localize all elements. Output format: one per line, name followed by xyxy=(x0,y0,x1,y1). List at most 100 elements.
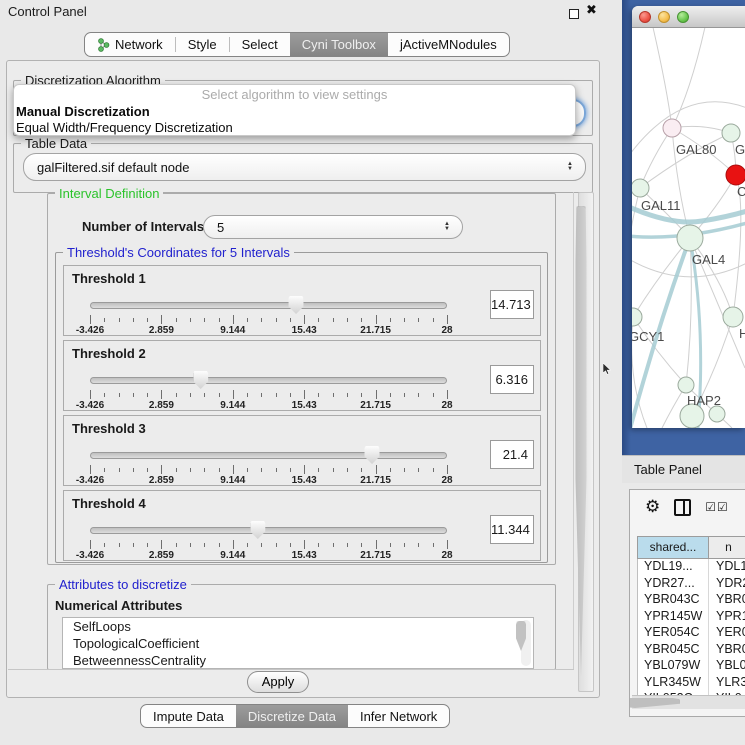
zoom-traffic-light[interactable] xyxy=(677,11,689,23)
threshold-value-field[interactable]: 14.713 xyxy=(490,290,534,319)
column-header-name[interactable]: n xyxy=(709,537,745,558)
cell-shared-name[interactable]: YBL079W xyxy=(638,658,709,675)
tab-impute-data[interactable]: Impute Data xyxy=(141,705,236,727)
tab-network[interactable]: Network xyxy=(85,33,175,56)
cell-shared-name[interactable]: YLR345W xyxy=(638,675,709,692)
table-row[interactable]: YBR045CYBR0 xyxy=(638,642,745,659)
cell-shared-name[interactable]: YDL19... xyxy=(638,559,709,576)
node-gal11[interactable] xyxy=(632,179,649,197)
panel-scrollbar-thumb[interactable] xyxy=(576,206,587,676)
threshold-slider[interactable]: -3.4262.8599.14415.4321.71528 xyxy=(90,444,447,484)
tick-mark xyxy=(347,543,348,547)
gear-icon[interactable]: ⚙ xyxy=(645,497,660,517)
popup-option-equal-width-frequency[interactable]: Equal Width/Frequency Discretization xyxy=(14,120,575,136)
node-selected-red[interactable] xyxy=(726,165,745,185)
group-title: Table Data xyxy=(21,136,91,151)
minimize-traffic-light[interactable] xyxy=(658,11,670,23)
panel-scrollbar[interactable] xyxy=(578,192,594,692)
node[interactable] xyxy=(709,406,725,422)
cell-name[interactable]: YBR0 xyxy=(709,642,745,659)
node-table: shared... n YDL19...YDL1YDR27...YDR2YBR0… xyxy=(637,536,745,699)
node[interactable] xyxy=(722,124,740,142)
float-window-icon[interactable] xyxy=(569,9,579,19)
cell-name[interactable]: YLR3 xyxy=(709,675,745,692)
cell-shared-name[interactable]: YER054C xyxy=(638,625,709,642)
node-hap2[interactable] xyxy=(678,377,694,393)
cell-shared-name[interactable]: YDR27... xyxy=(638,576,709,593)
cell-shared-name[interactable]: YBR045C xyxy=(638,642,709,659)
cell-shared-name[interactable]: YBR043C xyxy=(638,592,709,609)
cell-name[interactable]: YBR0 xyxy=(709,592,745,609)
network-nodes[interactable] xyxy=(632,119,745,428)
table-row[interactable]: YBL079WYBL0 xyxy=(638,658,745,675)
cell-name[interactable]: YPR1 xyxy=(709,609,745,626)
table-hscrollbar[interactable] xyxy=(632,695,745,709)
attribute-list-item[interactable]: TopologicalCoefficient xyxy=(63,635,533,652)
threshold-value-field[interactable]: 11.344 xyxy=(490,515,534,544)
list-scrollbar[interactable] xyxy=(521,620,531,666)
slider-thumb[interactable] xyxy=(289,296,304,314)
tab-style[interactable]: Style xyxy=(176,33,229,56)
table-row[interactable]: YER054CYER0 xyxy=(638,625,745,642)
tick-mark xyxy=(404,543,405,547)
close-traffic-light[interactable] xyxy=(639,11,651,23)
columns-icon[interactable] xyxy=(674,499,691,516)
tick-mark xyxy=(147,318,148,322)
slider-thumb[interactable] xyxy=(193,371,208,389)
table-row[interactable]: YBR043CYBR0 xyxy=(638,592,745,609)
table-row[interactable]: YLR345WYLR3 xyxy=(638,675,745,692)
attribute-list-item[interactable]: SelfLoops xyxy=(63,618,533,635)
tab-discretize-data[interactable]: Discretize Data xyxy=(236,705,348,727)
table-row[interactable]: YDL19...YDL1 xyxy=(638,559,745,576)
node-gal80[interactable] xyxy=(663,119,681,137)
tab-select[interactable]: Select xyxy=(230,33,290,56)
slider-track[interactable] xyxy=(90,377,447,384)
tick-label: 9.144 xyxy=(220,550,245,561)
cell-name[interactable]: YBL0 xyxy=(709,658,745,675)
threshold-value-field[interactable]: 21.4 xyxy=(490,440,534,469)
network-window-titlebar[interactable] xyxy=(632,6,745,28)
cell-name[interactable]: YER0 xyxy=(709,625,745,642)
close-icon[interactable]: ✖ xyxy=(586,2,597,18)
numerical-attributes-list[interactable]: SelfLoopsTopologicalCoefficientBetweenne… xyxy=(62,617,534,669)
attribute-list-item[interactable]: BetweennessCentrality xyxy=(63,652,533,669)
node[interactable] xyxy=(723,307,743,327)
node-gal4[interactable] xyxy=(677,225,703,251)
threshold-slider[interactable]: -3.4262.8599.14415.4321.71528 xyxy=(90,294,447,334)
tick-mark xyxy=(90,465,91,474)
table-row[interactable]: YPR145WYPR1 xyxy=(638,609,745,626)
cell-shared-name[interactable]: YPR145W xyxy=(638,609,709,626)
tab-jactivemnodules[interactable]: jActiveMNodules xyxy=(388,33,509,56)
slider-tick-labels: -3.4262.8599.14415.4321.71528 xyxy=(90,550,447,561)
slider-track[interactable] xyxy=(90,302,447,309)
slider-thumb[interactable] xyxy=(365,446,380,464)
network-view-window[interactable]: GAL80 GAL11 GAL4 GCY1 HAP2 GA C H xyxy=(632,6,745,428)
node-label-clipped: C xyxy=(737,184,745,199)
tick-mark xyxy=(333,543,334,547)
cell-name[interactable]: YDL1 xyxy=(709,559,745,576)
table-data-combobox[interactable]: galFiltered.sif default node ▲▼ xyxy=(23,153,586,181)
tick-mark xyxy=(276,318,277,322)
column-header-shared-name[interactable]: shared... xyxy=(638,537,709,558)
tick-mark xyxy=(119,543,120,547)
threshold-value-field[interactable]: 6.316 xyxy=(490,365,534,394)
network-canvas[interactable]: GAL80 GAL11 GAL4 GCY1 HAP2 GA C H xyxy=(632,28,745,428)
number-of-intervals-combobox[interactable]: 5 ▲▼ xyxy=(203,215,463,239)
threshold-slider[interactable]: -3.4262.8599.14415.4321.71528 xyxy=(90,369,447,409)
apply-button[interactable]: Apply xyxy=(247,671,309,693)
tab-infer-network[interactable]: Infer Network xyxy=(348,705,449,727)
slider-track[interactable] xyxy=(90,452,447,459)
cell-name[interactable]: YDR2 xyxy=(709,576,745,593)
select-columns-icons[interactable]: ☑☑ xyxy=(705,500,729,514)
table-hscrollbar-thumb[interactable] xyxy=(629,698,680,708)
tab-label: Discretize Data xyxy=(248,709,336,724)
threshold-slider[interactable]: -3.4262.8599.14415.4321.71528 xyxy=(90,519,447,559)
table-row[interactable]: YDR27...YDR2 xyxy=(638,576,745,593)
popup-option-manual-discretization[interactable]: Manual Discretization xyxy=(14,104,575,120)
slider-track[interactable] xyxy=(90,527,447,534)
slider-thumb[interactable] xyxy=(250,521,265,539)
node-gcy1[interactable] xyxy=(632,308,642,326)
tab-cyni-toolbox[interactable]: Cyni Toolbox xyxy=(290,33,388,56)
stepper-icon: ▲▼ xyxy=(444,222,450,232)
tick-mark xyxy=(233,465,234,474)
